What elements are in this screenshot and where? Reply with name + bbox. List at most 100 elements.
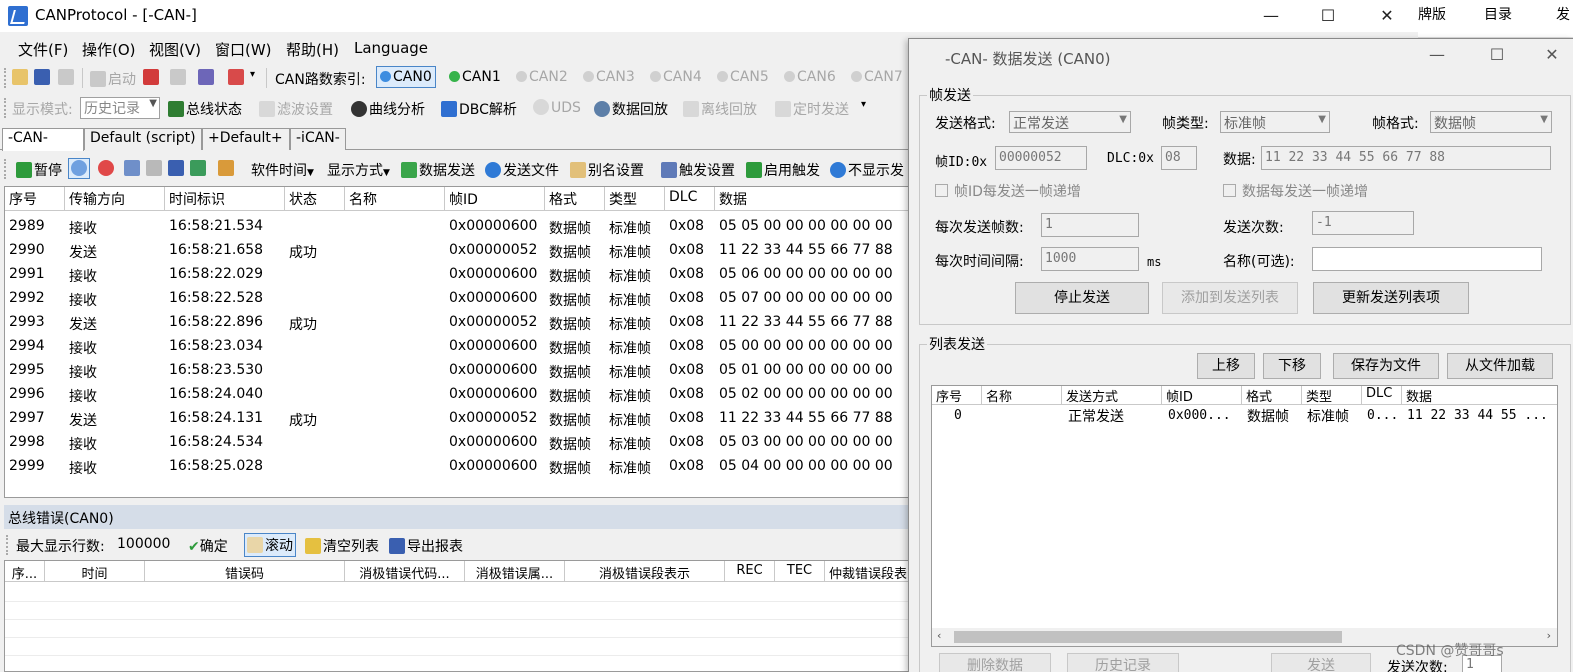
scroll-left-icon[interactable]: ‹: [937, 629, 941, 642]
scroll-toggle[interactable]: 滚动: [244, 533, 296, 557]
menu-operation[interactable]: 操作(O): [82, 39, 136, 60]
menu-window[interactable]: 窗口(W): [215, 39, 272, 60]
table-row[interactable]: 2999 接收 16:58:25.028 0x00000600 数据帧 标准帧 0x08 05…: [5, 455, 911, 479]
save-to-file-button[interactable]: 保存为文件: [1333, 353, 1439, 379]
save-log-icon[interactable]: [168, 160, 186, 177]
data-send-button[interactable]: 数据发送: [401, 160, 475, 180]
table-row[interactable]: 2996 接收 16:58:24.040 0x00000600 数据帧 标准帧 0x08 05…: [5, 383, 911, 407]
trigger-settings-button[interactable]: 触发设置: [661, 160, 735, 180]
tab-ican[interactable]: -iCAN-: [290, 128, 346, 150]
column-header[interactable]: 数据: [715, 187, 911, 211]
clear-icon[interactable]: [98, 160, 116, 177]
column-header[interactable]: 状态: [285, 187, 345, 211]
move-up-button[interactable]: 上移: [1197, 353, 1255, 379]
table-row[interactable]: 2993 发送 16:58:22.896 成功 0x00000052 数据帧 标准帧 0x08…: [5, 311, 911, 335]
column-header[interactable]: 消极错误代码...: [345, 561, 465, 582]
pause-button[interactable]: 暂停: [16, 160, 62, 180]
menu-language[interactable]: Language: [354, 39, 428, 57]
message-grid[interactable]: 序号 传输方向 时间标识 状态 名称 帧ID 格式 类型 DLC 数据 2989…: [4, 186, 912, 498]
update-list-item-button[interactable]: 更新发送列表项: [1313, 282, 1469, 314]
filter-button[interactable]: 滤波设置: [259, 99, 333, 119]
column-header[interactable]: 消极错误段表示: [565, 561, 725, 582]
channel-can4[interactable]: CAN4: [650, 69, 702, 85]
column-header[interactable]: 类型: [605, 187, 665, 211]
table-row[interactable]: 2997 发送 16:58:24.131 成功 0x00000052 数据帧 标准帧 0x08…: [5, 407, 911, 431]
maximize-button[interactable]: ☐: [1305, 0, 1351, 32]
timed-send-button[interactable]: 定时发送: [775, 99, 849, 119]
send-format-select[interactable]: 正常发送 ▼: [1009, 111, 1131, 133]
table-row[interactable]: 2998 接收 16:58:24.534 0x00000600 数据帧 标准帧 0x08 05…: [5, 431, 911, 455]
bus-status-button[interactable]: 总线状态: [168, 99, 242, 119]
channel-can1[interactable]: CAN1: [449, 69, 501, 85]
title-bar[interactable]: CANProtocol - [-CAN-] — ☐ ✕: [0, 0, 1418, 32]
column-header[interactable]: 消极错误属...: [465, 561, 565, 582]
send-button[interactable]: 发送: [1271, 653, 1371, 672]
uds-button[interactable]: UDS: [533, 99, 581, 116]
replay-button[interactable]: 数据回放: [594, 99, 668, 119]
column-header[interactable]: 数据: [1402, 386, 1557, 405]
display-mode-select[interactable]: 历史记录 ▼: [80, 97, 160, 119]
name-input[interactable]: [1312, 247, 1542, 271]
history-button[interactable]: 历史记录: [1067, 653, 1179, 672]
tab-default-plus[interactable]: +Default+: [202, 128, 290, 150]
add-to-list-button[interactable]: 添加到发送列表: [1162, 282, 1298, 314]
data-increment-checkbox[interactable]: 数据每发送一帧递增: [1223, 181, 1368, 201]
column-header[interactable]: 帧ID: [1162, 386, 1242, 405]
move-down-button[interactable]: 下移: [1263, 353, 1321, 379]
channel-can5[interactable]: CAN5: [717, 69, 769, 85]
bus-error-grid[interactable]: 序... 时间 错误码 消极错误代码... 消极错误属... 消极错误段表示 R…: [4, 560, 912, 672]
dbc-button[interactable]: DBC解析: [441, 99, 517, 119]
hide-send-button[interactable]: 不显示发: [830, 160, 904, 180]
id-increment-checkbox[interactable]: 帧ID每发送一帧递增: [935, 181, 1081, 201]
channel-can7[interactable]: CAN7: [851, 69, 903, 85]
table-row[interactable]: 2991 接收 16:58:22.029 0x00000600 数据帧 标准帧 0x08 05…: [5, 263, 911, 287]
dlc-input[interactable]: 08: [1161, 146, 1197, 170]
interval-input[interactable]: 1000: [1041, 247, 1139, 271]
frame-id-input[interactable]: 00000052: [995, 146, 1087, 170]
tab-default-script[interactable]: Default (script): [84, 128, 202, 150]
column-header[interactable]: 时间: [45, 561, 145, 582]
plug-icon[interactable]: [58, 69, 76, 86]
frame-type-select[interactable]: 标准帧 ▼: [1220, 111, 1330, 133]
alias-settings-button[interactable]: 别名设置: [570, 160, 644, 180]
dialog-maximize-button[interactable]: ☐: [1477, 45, 1517, 69]
column-header[interactable]: 名称: [345, 187, 445, 211]
table-row[interactable]: 2989 接收 16:58:21.534 0x00000600 数据帧 标准帧 0x08 05…: [5, 215, 911, 239]
help-icon[interactable]: [228, 69, 246, 86]
package-icon[interactable]: [218, 160, 236, 177]
send-list-grid[interactable]: 序号 名称 发送方式 帧ID 格式 类型 DLC 数据 0 正常发送 0x000…: [931, 385, 1558, 647]
channel-can6[interactable]: CAN6: [784, 69, 836, 85]
stop-send-button[interactable]: 停止发送: [1015, 282, 1149, 314]
send-file-button[interactable]: 发送文件: [485, 160, 559, 180]
column-header[interactable]: 格式: [1242, 386, 1302, 405]
dialog-minimize-button[interactable]: —: [1417, 45, 1457, 69]
column-header[interactable]: 帧ID: [445, 187, 545, 211]
column-header[interactable]: DLC: [1362, 386, 1402, 405]
table-row[interactable]: 2995 接收 16:58:23.530 0x00000600 数据帧 标准帧 0x08 05…: [5, 359, 911, 383]
auto-scroll-toggle[interactable]: [68, 158, 90, 179]
scrollbar-thumb[interactable]: [954, 631, 1342, 643]
save-icon[interactable]: [34, 69, 52, 86]
table-row[interactable]: 2992 接收 16:58:22.528 0x00000600 数据帧 标准帧 0x08 05…: [5, 287, 911, 311]
data-input[interactable]: 11 22 33 44 55 66 77 88: [1261, 146, 1551, 170]
column-header[interactable]: TEC: [775, 561, 825, 582]
delete-data-button[interactable]: 删除数据: [939, 653, 1051, 672]
column-header[interactable]: 传输方向: [65, 187, 165, 211]
frame-format-select[interactable]: 数据帧 ▼: [1430, 111, 1552, 133]
column-header[interactable]: 序号: [5, 187, 65, 211]
column-header[interactable]: 时间标识: [165, 187, 285, 211]
display-method-menu[interactable]: 显示方式▼: [327, 160, 390, 180]
column-header[interactable]: DLC: [665, 187, 715, 211]
device-icon[interactable]: [198, 69, 216, 86]
column-header[interactable]: 名称: [982, 386, 1062, 405]
scroll-right-icon[interactable]: ›: [1547, 629, 1551, 642]
wrench-icon[interactable]: [170, 69, 188, 86]
column-header[interactable]: 发送方式: [1062, 386, 1162, 405]
find-icon[interactable]: [146, 160, 164, 177]
dialog-close-button[interactable]: ✕: [1532, 45, 1572, 69]
column-header[interactable]: REC: [725, 561, 775, 582]
start-button[interactable]: 启动: [90, 69, 136, 89]
confirm-button[interactable]: ✔确定: [188, 536, 228, 556]
column-header[interactable]: 格式: [545, 187, 605, 211]
menu-file[interactable]: 文件(F): [18, 39, 68, 60]
